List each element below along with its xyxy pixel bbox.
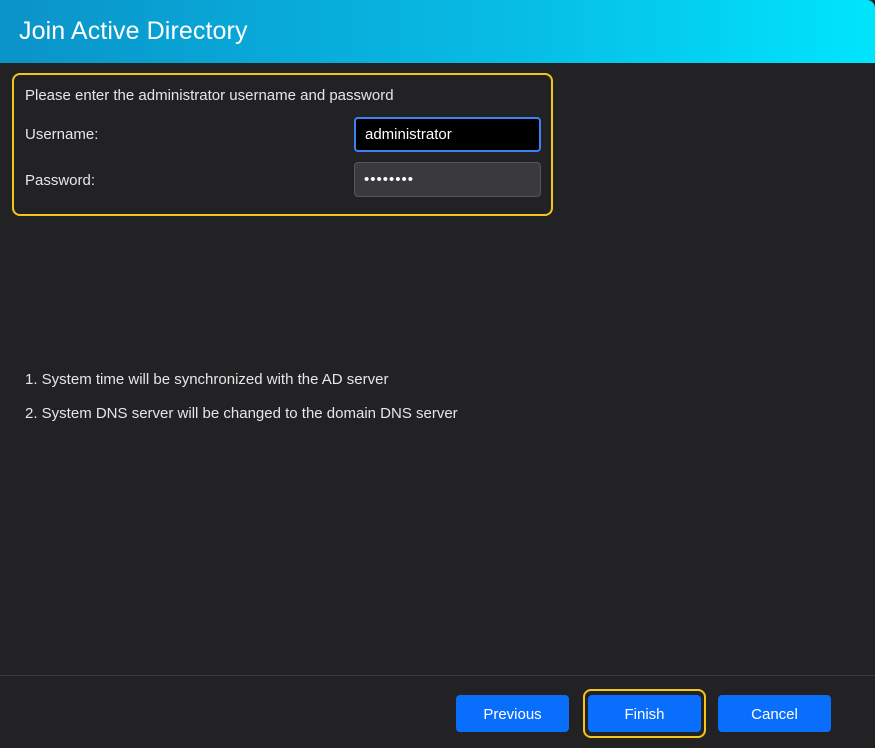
note-dns-change: 2. System DNS server will be changed to …: [25, 405, 458, 422]
note-time-sync: 1. System time will be synchronized with…: [25, 371, 389, 388]
credentials-instruction: Please enter the administrator username …: [25, 87, 394, 104]
notes-list: 1. System time will be synchronized with…: [25, 371, 458, 439]
credentials-section: Please enter the administrator username …: [12, 73, 553, 216]
join-active-directory-dialog: Join Active Directory Please enter the a…: [0, 0, 875, 748]
cancel-button[interactable]: Cancel: [718, 695, 831, 732]
dialog-titlebar: Join Active Directory: [0, 0, 875, 63]
footer-divider: [0, 675, 875, 676]
username-label: Username:: [25, 126, 99, 143]
password-label: Password:: [25, 172, 96, 189]
previous-button[interactable]: Previous: [456, 695, 569, 732]
username-input[interactable]: [354, 117, 541, 152]
dialog-title: Join Active Directory: [19, 17, 248, 45]
password-input[interactable]: [354, 162, 541, 197]
finish-button[interactable]: Finish: [588, 695, 701, 732]
